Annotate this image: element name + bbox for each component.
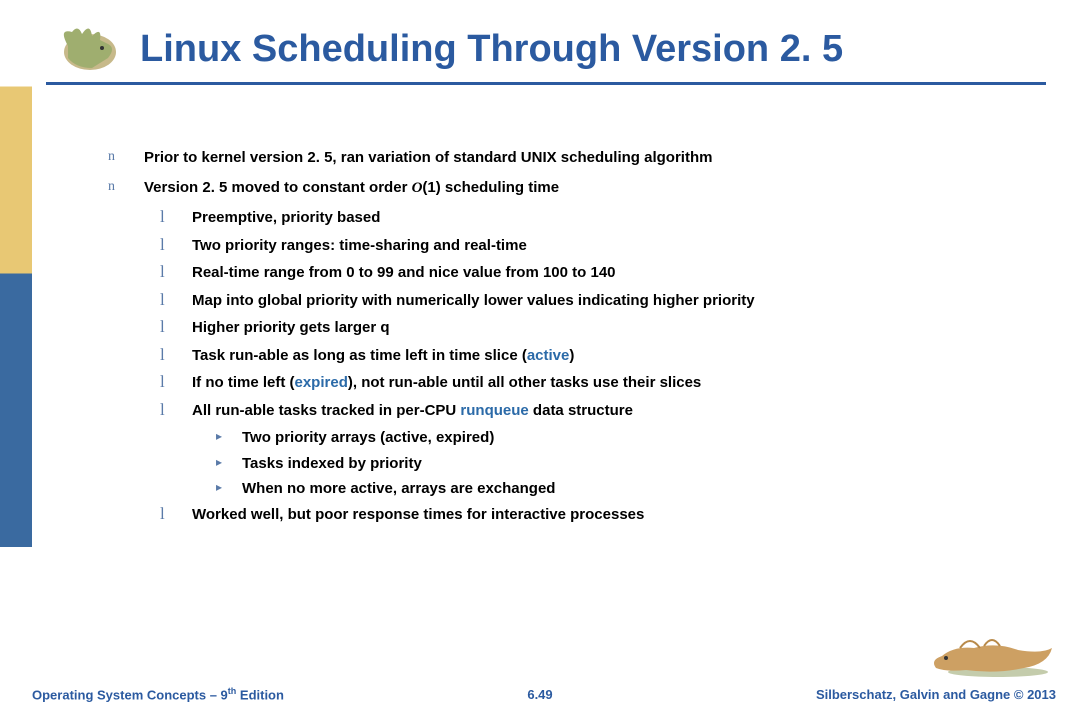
bullet-marker-l: l bbox=[160, 401, 192, 421]
left-accent-stripe bbox=[0, 0, 32, 720]
bullet-level2: l If no time left (expired), not run-abl… bbox=[160, 373, 1038, 393]
bullet-level2: l Task run-able as long as time left in … bbox=[160, 346, 1038, 366]
slide-content: n Prior to kernel version 2. 5, ran vari… bbox=[108, 148, 1038, 532]
bullet-level2: l Two priority ranges: time-sharing and … bbox=[160, 236, 1038, 256]
slide-title: Linux Scheduling Through Version 2. 5 bbox=[140, 28, 843, 71]
bullet-level2: l Worked well, but poor response times f… bbox=[160, 505, 1038, 525]
bullet-marker-arrow: ▸ bbox=[216, 479, 242, 499]
bullet-text: Tasks indexed by priority bbox=[242, 454, 1038, 474]
bullet-level2: l Map into global priority with numerica… bbox=[160, 291, 1038, 311]
bullet-text: When no more active, arrays are exchange… bbox=[242, 479, 1038, 499]
bullet-text: Two priority ranges: time-sharing and re… bbox=[192, 236, 1038, 256]
bullet-marker-n: n bbox=[108, 148, 144, 168]
bullet-level2: l Real-time range from 0 to 99 and nice … bbox=[160, 263, 1038, 283]
bullet-level1: n Version 2. 5 moved to constant order O… bbox=[108, 178, 1038, 199]
dinosaur-footer-icon bbox=[926, 628, 1056, 678]
bullet-marker-arrow: ▸ bbox=[216, 454, 242, 474]
bullet-level1: n Prior to kernel version 2. 5, ran vari… bbox=[108, 148, 1038, 168]
bullet-level2: l Preemptive, priority based bbox=[160, 208, 1038, 228]
bullet-text: Two priority arrays (active, expired) bbox=[242, 428, 1038, 448]
bullet-marker-l: l bbox=[160, 373, 192, 393]
footer-copyright: Silberschatz, Galvin and Gagne © 2013 bbox=[816, 687, 1056, 702]
bullet-text: Higher priority gets larger q bbox=[192, 318, 1038, 338]
bullet-text: Task run-able as long as time left in ti… bbox=[192, 346, 1038, 366]
bullet-marker-arrow: ▸ bbox=[216, 428, 242, 448]
bullet-level3: ▸ Two priority arrays (active, expired) bbox=[216, 428, 1038, 448]
bullet-marker-l: l bbox=[160, 208, 192, 228]
dinosaur-head-icon bbox=[48, 18, 128, 78]
bullet-text: Worked well, but poor response times for… bbox=[192, 505, 1038, 525]
bullet-marker-l: l bbox=[160, 236, 192, 256]
bullet-marker-l: l bbox=[160, 291, 192, 311]
bullet-level3: ▸ When no more active, arrays are exchan… bbox=[216, 479, 1038, 499]
bullet-level3: ▸ Tasks indexed by priority bbox=[216, 454, 1038, 474]
bullet-text: Prior to kernel version 2. 5, ran variat… bbox=[144, 148, 1038, 168]
bullet-level2: l All run-able tasks tracked in per-CPU … bbox=[160, 401, 1038, 421]
bullet-level2: l Higher priority gets larger q bbox=[160, 318, 1038, 338]
title-underline bbox=[46, 82, 1046, 85]
bullet-marker-l: l bbox=[160, 263, 192, 283]
bullet-text: If no time left (expired), not run-able … bbox=[192, 373, 1038, 393]
bullet-text: Map into global priority with numericall… bbox=[192, 291, 1038, 311]
bullet-marker-n: n bbox=[108, 178, 144, 199]
bullet-marker-l: l bbox=[160, 346, 192, 366]
bullet-text: All run-able tasks tracked in per-CPU ru… bbox=[192, 401, 1038, 421]
bullet-text: Preemptive, priority based bbox=[192, 208, 1038, 228]
bullet-text: Real-time range from 0 to 99 and nice va… bbox=[192, 263, 1038, 283]
bullet-text: Version 2. 5 moved to constant order O(1… bbox=[144, 178, 1038, 199]
bullet-marker-l: l bbox=[160, 505, 192, 525]
bullet-marker-l: l bbox=[160, 318, 192, 338]
